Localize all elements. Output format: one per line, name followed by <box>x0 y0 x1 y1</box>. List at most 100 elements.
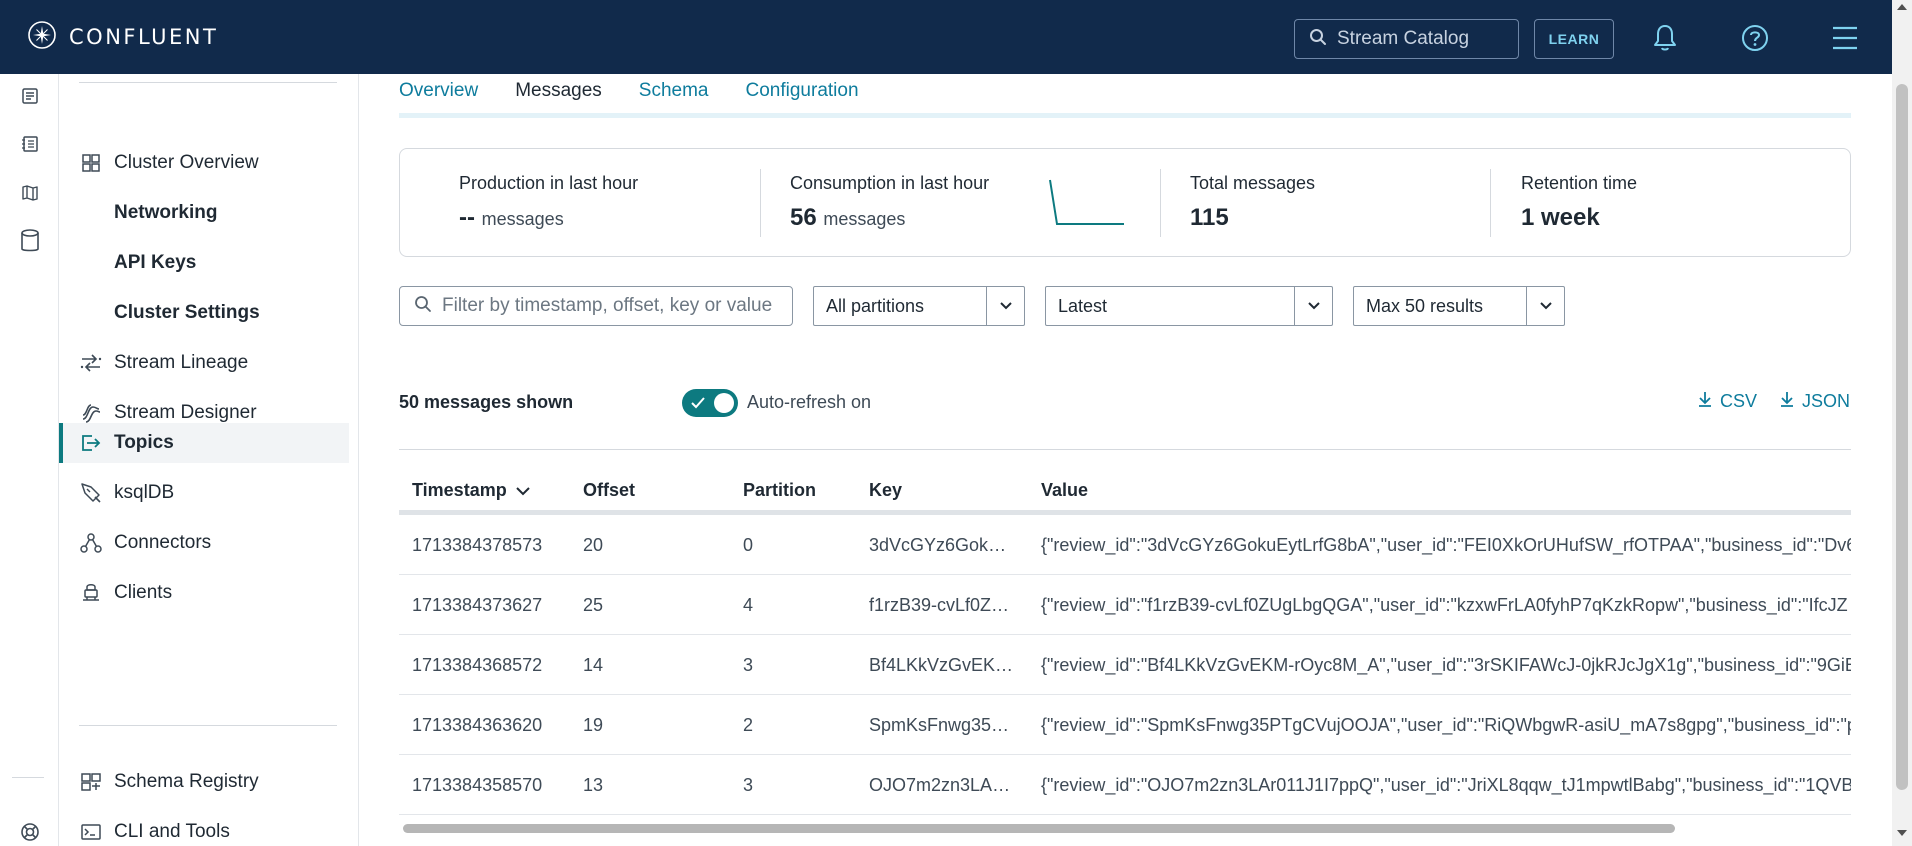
max-results-select-value: Max 50 results <box>1366 295 1484 316</box>
sidebar-item-networking[interactable]: Networking <box>59 193 349 233</box>
column-header-offset[interactable]: Offset <box>583 480 635 501</box>
tab-overview[interactable]: Overview <box>399 76 478 118</box>
cell-value: {"review_id":"f1rzB39-cvLf0ZUgLbgQGA","u… <box>1041 595 1848 615</box>
stat-total-messages: Total messages 115 <box>1190 173 1315 232</box>
table-row[interactable]: 1713384363620 19 2 SpmKsFnwg35… {"review… <box>399 695 1851 755</box>
support-icon[interactable] <box>18 820 42 844</box>
horizontal-scrollbar-thumb[interactable] <box>403 824 1675 833</box>
stat-divider <box>1160 169 1161 237</box>
sidebar-item-label: Networking <box>114 202 218 223</box>
partitions-select[interactable]: All partitions <box>813 286 1025 326</box>
messages-table: Timestamp Offset Partition Key Value 171… <box>399 460 1851 822</box>
sidebar-item-label: Cluster Settings <box>114 302 260 323</box>
auto-refresh-toggle[interactable] <box>682 389 738 417</box>
sidebar-item-ksqldb[interactable]: ksqlDB <box>59 473 349 513</box>
table-row[interactable]: 1713384373627 25 4 f1rzB39-cvLf0Z… {"rev… <box>399 575 1851 635</box>
messages-shown-count: 50 messages shown <box>399 392 574 412</box>
stat-title: Consumption in last hour <box>790 173 990 193</box>
confluent-logo-icon <box>27 20 57 55</box>
tab-schema[interactable]: Schema <box>639 76 709 118</box>
column-header-value[interactable]: Value <box>1041 480 1088 501</box>
clusters-icon[interactable] <box>18 132 42 156</box>
sidebar-item-cluster-overview[interactable]: Cluster Overview <box>59 143 349 183</box>
message-filter[interactable] <box>399 286 793 326</box>
table-row[interactable]: 1713384358570 13 3 OJO7m2zn3LAr… {"revie… <box>399 755 1851 815</box>
table-row[interactable]: 1713384378573 20 0 3dVcGYz6Goku… {"revie… <box>399 515 1851 575</box>
sidebar-item-label: API Keys <box>114 252 197 273</box>
sidebar-item-label: Stream Designer <box>114 402 257 423</box>
offset-select[interactable]: Latest <box>1045 286 1333 326</box>
horizontal-scrollbar[interactable] <box>401 823 1851 834</box>
cell-timestamp: 1713384378573 <box>412 535 543 555</box>
clients-icon <box>79 581 103 605</box>
sidebar-divider <box>79 82 337 83</box>
tab-configuration[interactable]: Configuration <box>746 76 859 118</box>
sidebar-item-label: Topics <box>114 432 174 453</box>
cell-key: SpmKsFnwg35… <box>869 715 1010 735</box>
sidebar-item-api-keys[interactable]: API Keys <box>59 243 349 283</box>
cell-timestamp: 1713384373627 <box>412 595 543 615</box>
database-icon[interactable] <box>18 229 42 253</box>
sidebar-item-label: Schema Registry <box>114 771 259 792</box>
download-json-link[interactable]: JSON <box>1779 390 1850 413</box>
auto-refresh-label: Auto-refresh on <box>747 392 872 412</box>
scrollbar-thumb[interactable] <box>1896 84 1908 790</box>
chevron-down-icon[interactable] <box>1294 287 1332 325</box>
message-filter-input[interactable] <box>442 295 782 317</box>
download-icon <box>1697 390 1713 413</box>
scroll-down-arrow-icon[interactable] <box>1897 830 1907 836</box>
tab-messages[interactable]: Messages <box>515 76 602 118</box>
cell-timestamp: 1713384358570 <box>412 775 543 795</box>
designer-icon <box>79 401 103 425</box>
toggle-knob <box>714 393 734 413</box>
stat-value: 115 <box>1190 204 1229 231</box>
download-csv-link[interactable]: CSV <box>1697 390 1757 413</box>
sidebar-item-label: CLI and Tools <box>114 821 230 842</box>
brand-logo[interactable]: CONFLUENT <box>27 20 218 54</box>
table-top-border <box>399 449 1851 450</box>
topics-icon <box>79 431 103 455</box>
stat-consumption: Consumption in last hour 56 messages <box>790 173 989 232</box>
stat-divider <box>1490 169 1491 237</box>
column-header-partition[interactable]: Partition <box>743 480 816 501</box>
sidebar-item-connectors[interactable]: Connectors <box>59 523 349 563</box>
cell-key: OJO7m2zn3LAr… <box>869 775 1014 795</box>
scroll-up-arrow-icon[interactable] <box>1897 4 1907 10</box>
stat-unit: messages <box>481 209 564 229</box>
cluster-sidebar: Cluster Overview Networking API Keys Clu… <box>59 74 359 846</box>
stream-catalog-search[interactable] <box>1294 19 1519 59</box>
stream-catalog-input[interactable] <box>1337 28 1507 50</box>
sidebar-item-label: Stream Lineage <box>114 352 249 373</box>
ksqldb-icon <box>79 481 103 505</box>
bell-icon[interactable] <box>1648 21 1682 55</box>
sidebar-item-topics[interactable]: Topics <box>59 423 349 463</box>
learn-button[interactable]: LEARN <box>1534 19 1614 59</box>
sidebar-item-schema-registry[interactable]: Schema Registry <box>59 762 349 802</box>
chevron-down-icon[interactable] <box>1526 287 1564 325</box>
stat-number: 56 <box>790 204 817 231</box>
column-header-key[interactable]: Key <box>869 480 902 501</box>
column-header-label: Timestamp <box>412 480 507 500</box>
tabs-underline <box>399 113 1851 118</box>
sidebar-item-clients[interactable]: Clients <box>59 573 349 613</box>
stat-number: -- <box>459 204 475 231</box>
sidebar-item-cluster-settings[interactable]: Cluster Settings <box>59 293 349 333</box>
column-header-timestamp[interactable]: Timestamp <box>412 480 531 501</box>
sidebar-item-stream-lineage[interactable]: Stream Lineage <box>59 343 349 383</box>
map-icon[interactable] <box>18 181 42 205</box>
cell-partition: 3 <box>743 775 754 795</box>
cell-key: 3dVcGYz6Goku… <box>869 535 1014 555</box>
vertical-scrollbar[interactable] <box>1892 0 1912 846</box>
stat-value: 56 messages <box>790 204 989 232</box>
chevron-down-icon[interactable] <box>986 287 1024 325</box>
download-csv-label: CSV <box>1720 391 1758 411</box>
cell-offset: 19 <box>583 715 604 735</box>
help-icon[interactable] <box>1738 21 1772 55</box>
sidebar-item-cli-and-tools[interactable]: CLI and Tools <box>59 812 349 846</box>
max-results-select[interactable]: Max 50 results <box>1353 286 1565 326</box>
stat-title: Retention time <box>1521 173 1638 193</box>
table-row[interactable]: 1713384368572 14 3 Bf4LKkVzGvEK… {"revie… <box>399 635 1851 695</box>
terminal-icon <box>79 820 103 844</box>
menu-icon[interactable] <box>1828 21 1862 55</box>
environments-icon[interactable] <box>18 84 42 108</box>
